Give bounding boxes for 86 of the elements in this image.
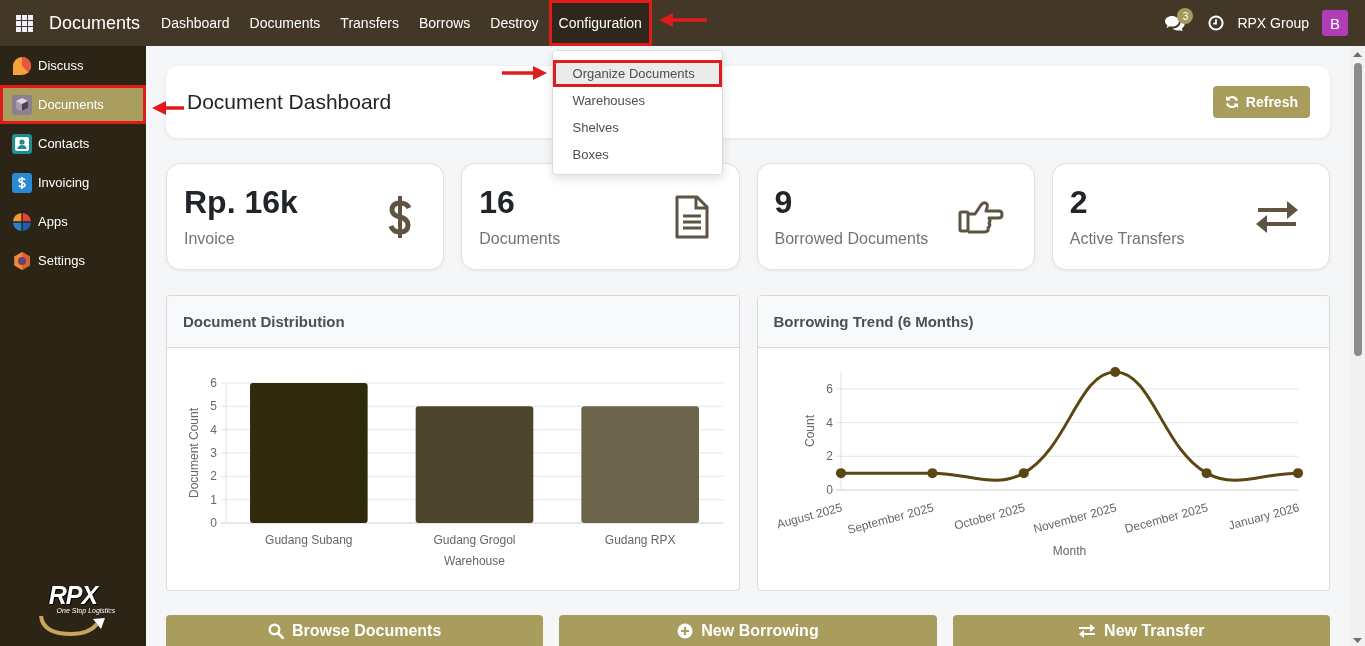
scrollbar-thumb[interactable] (1353, 63, 1362, 356)
gear-icon (12, 250, 32, 271)
dollar-tile-icon (12, 172, 32, 193)
grid-menu-icon[interactable] (16, 14, 33, 32)
scroll-down-arrow-icon[interactable] (1353, 638, 1362, 643)
stat-value: Rp. 16k (184, 185, 298, 219)
user-avatar[interactable]: B (1322, 10, 1348, 36)
axis-title: Document Count (187, 408, 201, 498)
search-icon (267, 622, 284, 639)
axis-label: Gudang Grogol (433, 533, 516, 547)
menu-item[interactable]: Boxes (552, 141, 722, 168)
axis-label: October 2025 (952, 500, 1027, 533)
plus-circle-icon (677, 622, 694, 639)
axis-title: Count (802, 415, 817, 447)
sidebar-item[interactable]: Apps (0, 202, 146, 241)
sidebar-label: Settings (38, 253, 85, 268)
axis-tick-label: 0 (825, 483, 833, 497)
nav-link[interactable]: Borrows (408, 0, 481, 46)
sidebar-label: Invoicing (38, 175, 90, 190)
sidebar-label: Contacts (38, 136, 90, 151)
segmented-circle-icon (12, 211, 32, 232)
stat-label: Borrowed Documents (774, 230, 929, 248)
data-point (1292, 468, 1303, 479)
annotation-arrow (501, 66, 547, 80)
stat-label: Active Transfers (1069, 230, 1185, 248)
data-point (1109, 367, 1120, 377)
sidebar-label: Discuss (38, 58, 84, 73)
stat-value: 9 (774, 185, 794, 219)
axis-tick-label: 6 (825, 381, 833, 396)
nav-link[interactable]: Dashboard (151, 0, 240, 46)
speech-bubble-icon (12, 55, 32, 76)
data-point (835, 468, 846, 479)
axis-title: Month (1052, 544, 1086, 558)
clock-icon[interactable] (1208, 15, 1225, 31)
sidebar-item[interactable]: Discuss (0, 46, 146, 85)
cube-icon (12, 94, 32, 115)
page-title: Document Dashboard (187, 90, 392, 114)
logo-wordmark: RPX (48, 584, 98, 606)
sidebar-item[interactable]: Invoicing (0, 163, 146, 202)
axis-tick-label: 4 (825, 415, 833, 430)
app-title: Documents (49, 12, 141, 34)
axis-tick-label: 2 (825, 449, 833, 464)
axis-label: Gudang Subang (265, 533, 353, 547)
company-name[interactable]: RPX Group (1237, 15, 1309, 31)
menu-item[interactable]: Warehouses (552, 87, 722, 114)
sidebar-item[interactable]: Contacts (0, 124, 146, 163)
chart-title: Borrowing Trend (6 Months) (773, 313, 974, 330)
stat-value: 2 (1069, 185, 1089, 219)
annotation-arrow (152, 101, 184, 115)
dollar-icon (387, 194, 414, 239)
axis-label: August 2025 (774, 500, 844, 532)
menu-item[interactable]: Shelves (552, 114, 722, 141)
axis-tick-label: 1 (210, 492, 217, 507)
axis-label: January 2026 (1226, 500, 1301, 533)
axis-tick-label: 6 (210, 376, 217, 390)
chart-title: Document Distribution (183, 313, 345, 330)
stat-label: Documents (479, 230, 561, 248)
axis-label: November 2025 (1031, 500, 1118, 536)
sidebar-label: Documents (38, 97, 104, 112)
data-point (926, 468, 937, 479)
data-point (1201, 468, 1212, 479)
stat-label: Invoice (184, 230, 236, 248)
swap-arrows-icon (1255, 199, 1299, 234)
scroll-up-arrow-icon[interactable] (1353, 52, 1362, 57)
data-point (1018, 468, 1029, 479)
swap-arrows-icon (1078, 622, 1097, 639)
axis-tick-label: 3 (210, 446, 217, 460)
axis-tick-label: 5 (210, 399, 217, 414)
annotation-arrow (658, 13, 707, 27)
menu-item[interactable]: Organize Documents (552, 60, 722, 87)
nav-link[interactable]: Transfers (330, 0, 409, 46)
axis-tick-label: 0 (210, 516, 217, 530)
refresh-icon (1224, 95, 1239, 109)
sidebar-item[interactable]: Settings (0, 241, 146, 280)
person-icon (12, 133, 32, 154)
axis-title: Warehouse (444, 554, 505, 568)
nav-link[interactable]: Documents (239, 0, 331, 46)
axis-label: Gudang RPX (604, 533, 676, 547)
nav-link[interactable]: Destroy (480, 0, 549, 46)
document-icon (674, 194, 709, 239)
axis-tick-label: 2 (210, 469, 217, 484)
message-count-badge: 3 (1177, 8, 1194, 24)
axis-tick-label: 4 (210, 422, 217, 437)
sidebar-label: Apps (38, 214, 68, 229)
stat-value: 16 (479, 185, 516, 219)
nav-link[interactable]: Configuration (548, 0, 652, 46)
